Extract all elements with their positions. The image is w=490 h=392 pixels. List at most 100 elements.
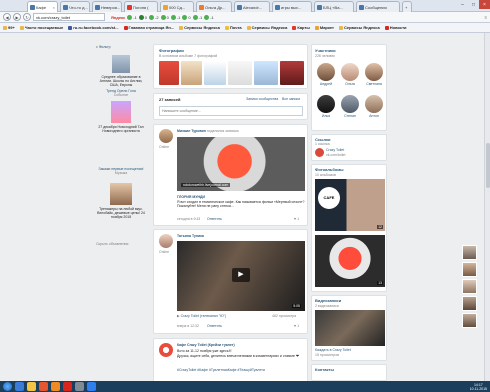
yandex-browser-icon[interactable] [63,382,72,391]
media-icon[interactable] [39,382,48,391]
post-author[interactable]: Михаил Туровин [177,129,206,133]
menu-icon[interactable]: ≡ [485,15,487,20]
ad-item[interactable]: 27 декабря Новогодний Тал Новогоднего ор… [96,101,146,133]
close-tab-icon[interactable]: × [53,5,55,10]
forward-icon[interactable]: ▶ [13,13,21,21]
tab[interactable]: Alexandr... [234,1,270,12]
avatar[interactable] [159,234,173,248]
tab[interactable]: БЛЦ «Ва... [314,1,354,12]
member-avatar[interactable] [341,95,359,113]
avatar[interactable] [159,129,173,143]
photos-title[interactable]: Фотографии [159,48,184,53]
ie-icon[interactable] [15,382,24,391]
member-avatar[interactable] [341,63,359,81]
bookmark[interactable]: Главная страница Ян... [123,25,174,30]
bookmark[interactable]: Маркет [314,25,334,30]
toolbar-counter[interactable]: -1 [192,14,202,20]
tab[interactable]: Погоня ( [124,1,158,12]
toolbar-counter[interactable]: -1 [127,14,137,20]
bookmark[interactable]: ru-ru.facebook.com/st... [68,25,119,30]
maximize-icon[interactable]: □ [468,0,479,9]
tab[interactable]: 000 Сд... [160,1,194,12]
chat-avatar[interactable] [462,245,477,260]
photo-thumb[interactable] [254,61,278,85]
reload-icon[interactable]: ↻ [23,13,31,21]
post-author[interactable]: Кафе Crazy Toilet (Крейзи туалет) [177,343,235,347]
reply-link[interactable]: Ответить [207,324,222,328]
ad-item[interactable]: Тренажеры на любой вкус. Велобайк, дешев… [96,183,146,219]
tab[interactable]: Невероя... [92,1,122,12]
tab[interactable]: Что-то д... [60,1,90,12]
tab[interactable]: игры вых... [272,1,312,12]
member-name[interactable]: Антон [363,114,385,118]
contacts-title[interactable]: Контакты [315,367,334,372]
albums-title[interactable]: Фотоальбомы [315,167,344,172]
album-cover[interactable]: CAFE 12 [315,179,385,231]
video-thumb[interactable] [315,310,385,346]
video-title[interactable]: Каждать в Crazy Toilet [315,348,351,352]
tab-active[interactable]: Кафе × [27,1,58,12]
member-name[interactable]: Светлана [363,82,385,86]
folder-icon[interactable] [27,382,36,391]
reply-link[interactable]: Ответить [207,217,222,221]
back-icon[interactable]: ◀ [3,13,11,21]
bookmark[interactable]: Сервисы Яндекса [339,25,380,30]
post-hashtags[interactable]: #CrazyToilet #Кафе #ТуалетнаяКафе #Теашу… [177,368,305,372]
post-author[interactable]: Татьяна Туника [177,234,204,238]
bookmark[interactable]: Сервисы Яндекса [179,25,220,30]
member-name[interactable]: Ольга [339,82,361,86]
yandex-label[interactable]: Яндекс [111,15,125,20]
like-button[interactable]: ♥ 1 [294,324,299,328]
minimize-icon[interactable]: – [457,0,468,9]
close-window-icon[interactable]: × [479,0,490,9]
chat-avatar[interactable] [462,279,477,294]
link-logo[interactable] [315,148,324,157]
like-button[interactable]: ♥ 1 [294,217,299,221]
bookmark[interactable]: 99+ [3,25,15,30]
bookmark[interactable]: Почта [224,25,242,30]
composer-input[interactable] [159,106,303,116]
bookmark[interactable]: Часто посещаемые [19,25,63,30]
firefox-icon[interactable] [51,382,60,391]
scrollbar-thumb[interactable] [486,143,490,188]
toolbar-counter[interactable]: -1 [204,14,214,20]
toolbar-counter[interactable]: -1 [170,14,180,20]
photo-thumb[interactable] [159,61,179,85]
tab[interactable]: Сообщения [356,1,400,12]
video-title[interactable]: ▶ Crazy Toilet (телеканал "Ю") [177,314,226,318]
url-input[interactable] [33,13,105,21]
photo-thumb[interactable] [181,61,202,85]
bookmark[interactable]: Сервисы Яндекса [246,25,287,30]
link-title[interactable]: Crazy Toilet [326,148,344,152]
photo-thumb[interactable] [204,61,226,85]
toolbar-counter[interactable]: 0 [160,14,169,20]
app-icon[interactable] [75,382,84,391]
member-name[interactable]: Андрей [315,82,337,86]
word-icon[interactable] [87,382,96,391]
hide-ads-link[interactable]: Скрыть объявления [96,242,146,246]
chat-avatar[interactable] [462,296,477,311]
photo-thumb[interactable] [228,61,252,85]
post-image[interactable]: ndoturowelhh.livejournal.com [177,137,305,191]
filter-link[interactable]: ♦ Фильтр [96,45,111,49]
member-avatar[interactable] [365,95,383,113]
ad-item[interactable]: Закажи первые посещения! Музыка [96,167,146,175]
start-button-icon[interactable] [3,382,12,391]
album-cover[interactable]: 13 [315,235,385,287]
scrollbar[interactable] [484,33,490,381]
toolbar-counter[interactable]: 0 [138,14,147,20]
chat-avatar[interactable] [462,262,477,277]
member-name[interactable]: Илья [315,114,337,118]
bookmark[interactable]: Новости [384,25,407,30]
ad-item[interactable]: Тренд Орели Гола Событие [96,89,146,97]
tab-all-posts[interactable]: Все записи [282,97,300,101]
member-avatar[interactable] [365,63,383,81]
member-avatar[interactable] [317,63,335,81]
members-title[interactable]: Участники [315,48,336,53]
member-avatar[interactable] [317,95,335,113]
ad-item[interactable]: Среднее образование в Англии. Школы по А… [96,55,146,87]
photo-thumb[interactable] [280,61,304,85]
avatar[interactable] [159,343,173,357]
member-name[interactable]: Степан [339,114,361,118]
post-date[interactable]: вчера в 12:32 [177,324,199,328]
